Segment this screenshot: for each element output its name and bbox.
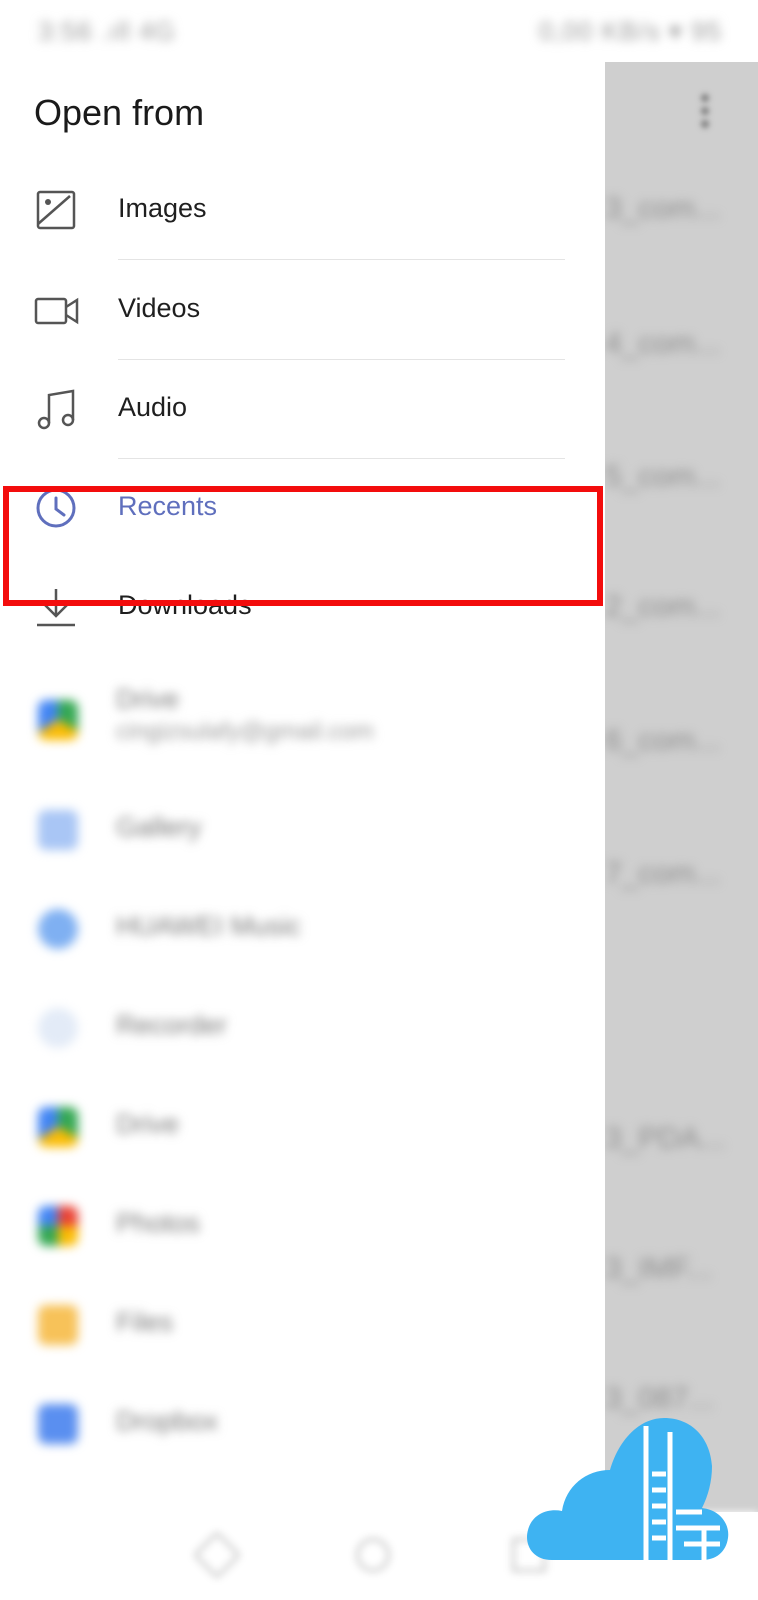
google-photos-icon [38, 1206, 78, 1246]
app-item-files[interactable]: Files [0, 1275, 605, 1375]
app-item-account: cingizsulafy@gmail.com [116, 718, 374, 745]
background-list-item: 7_com... [605, 857, 721, 890]
recorder-icon [38, 1008, 78, 1048]
app-item-label: Drive [116, 684, 180, 714]
app-item-label: Files [116, 1307, 174, 1337]
app-item-label: HUAWEI Music [116, 911, 302, 941]
background-list-item: 2_com... [605, 590, 721, 623]
nav-item-label: Videos [118, 293, 201, 323]
background-list-item: 3_com... [605, 192, 721, 225]
nav-item-videos[interactable]: Videos [0, 260, 605, 360]
dropbox-icon [38, 1404, 78, 1444]
app-item-label: Dropbox [116, 1406, 219, 1436]
video-icon [34, 288, 80, 334]
background-list-item: 3_IMF... [605, 1252, 712, 1285]
google-drive-icon [38, 700, 78, 740]
app-item-huawei-music[interactable]: HUAWEI Music [0, 879, 605, 979]
nav-item-label: Audio [118, 392, 188, 422]
files-icon [38, 1305, 78, 1345]
more-options-icon [700, 94, 710, 134]
background-list-item: 3_087... [605, 1382, 714, 1415]
open-from-drawer: Open from Images Videos Audio Recents Do… [0, 62, 605, 1512]
gallery-icon [38, 810, 78, 850]
status-indicators: 0,00 KB/s ▾ 95 [538, 16, 722, 46]
image-icon [34, 188, 80, 234]
back-icon[interactable] [192, 1530, 242, 1580]
nav-item-images[interactable]: Images [0, 160, 605, 260]
google-drive-icon [38, 1107, 78, 1147]
status-bar: 3:56 .ıll 4G 0,00 KB/s ▾ 95 [0, 0, 758, 62]
background-app-scrim[interactable]: 3_com... 4_com... 5_com... 2_com... 6_co… [605, 62, 758, 1512]
app-item-gallery[interactable]: Gallery [0, 780, 605, 880]
status-time-signal: 3:56 .ıll 4G [38, 16, 176, 46]
app-item-label: Drive [116, 1109, 180, 1139]
app-item-label: Gallery [116, 812, 202, 842]
cloud-logo-icon [527, 1418, 729, 1560]
app-item-dropbox[interactable]: Dropbox [0, 1374, 605, 1474]
app-item-drive-account[interactable]: Drive cingizsulafy@gmail.com [0, 670, 605, 770]
huawei-music-icon [38, 909, 78, 949]
app-item-label: Photos [116, 1208, 201, 1238]
nav-item-label: Images [118, 193, 207, 223]
nav-item-audio[interactable]: Audio [0, 359, 605, 459]
background-list-item: 5_com... [605, 460, 721, 493]
highlight-box [3, 486, 603, 606]
drawer-title: Open from [34, 92, 205, 133]
app-item-recorder[interactable]: Recorder [0, 978, 605, 1078]
background-list-item: 6_com... [605, 724, 721, 757]
home-icon[interactable] [356, 1538, 390, 1572]
background-list-item: 4_com... [605, 327, 721, 360]
app-item-label: Recorder [116, 1010, 228, 1040]
app-item-photos[interactable]: Photos [0, 1176, 605, 1276]
background-list-item: 3_PDA... [605, 1122, 726, 1155]
music-note-icon [34, 387, 80, 433]
app-item-drive[interactable]: Drive [0, 1077, 605, 1177]
